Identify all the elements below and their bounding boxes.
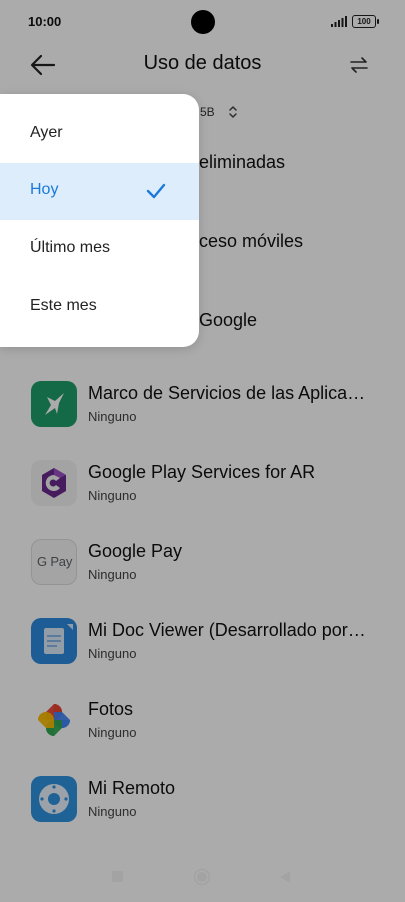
menu-item-este-mes[interactable]: Este mes [0, 279, 199, 336]
menu-item-label: Hoy [30, 181, 59, 198]
menu-item-label: Este mes [30, 297, 97, 314]
period-dropdown-menu: Ayer Hoy Último mes Este mes [0, 94, 199, 347]
screen: 10:00 100 Uso de datos 5B eliminadas ces… [0, 0, 405, 902]
menu-item-ultimo-mes[interactable]: Último mes [0, 221, 199, 278]
menu-item-ayer[interactable]: Ayer [0, 106, 199, 163]
menu-item-label: Último mes [30, 239, 111, 256]
check-icon [146, 183, 166, 199]
menu-item-label: Ayer [30, 124, 63, 141]
menu-item-hoy[interactable]: Hoy [0, 163, 199, 220]
